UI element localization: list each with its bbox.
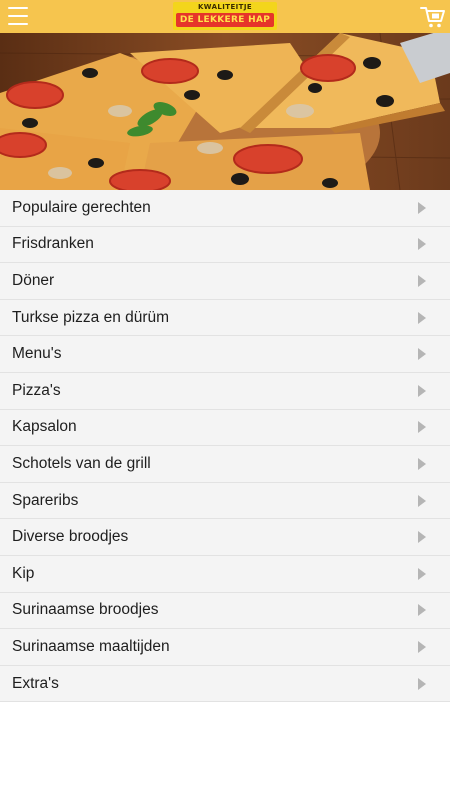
hamburger-icon[interactable]: [8, 7, 28, 25]
category-label: Surinaamse maaltijden: [12, 637, 170, 655]
category-item[interactable]: Surinaamse broodjes: [0, 592, 450, 630]
category-label: Turkse pizza en dürüm: [12, 308, 170, 326]
category-item[interactable]: Döner: [0, 263, 450, 300]
top-bar: KWALITEITJE DE LEKKERE HAP: [0, 0, 450, 33]
chevron-right-icon: [418, 531, 426, 544]
category-item[interactable]: Kapsalon: [0, 409, 450, 447]
category-label: Diverse broodjes: [12, 528, 129, 546]
category-label: Surinaamse broodjes: [12, 601, 159, 619]
cart-icon: [420, 7, 445, 28]
chevron-right-icon: [418, 348, 426, 361]
category-label: Menu's: [12, 345, 62, 363]
chevron-right-icon: [418, 457, 426, 470]
category-item[interactable]: Menu's: [0, 336, 450, 373]
category-list: Populaire gerechten Frisdranken Döner Tu…: [0, 190, 450, 703]
category-item[interactable]: Surinaamse maaltijden: [0, 629, 450, 666]
category-label: Kapsalon: [12, 418, 77, 436]
category-item[interactable]: Spareribs: [0, 482, 450, 520]
logo-tagline: KWALITEITJE: [197, 3, 253, 11]
category-item[interactable]: Frisdranken: [0, 226, 450, 264]
category-label: Spareribs: [12, 491, 79, 509]
chevron-right-icon: [418, 238, 426, 251]
category-item[interactable]: Pizza's: [0, 372, 450, 410]
chevron-right-icon: [418, 567, 426, 580]
category-item[interactable]: Extra's: [0, 665, 450, 703]
category-item[interactable]: Diverse broodjes: [0, 519, 450, 556]
chevron-right-icon: [418, 384, 426, 397]
category-label: Kip: [12, 564, 35, 582]
hero-pizza-image: [0, 33, 450, 190]
category-item[interactable]: Schotels van de grill: [0, 446, 450, 483]
category-label: Frisdranken: [12, 235, 94, 253]
chevron-right-icon: [418, 677, 426, 690]
chevron-right-icon: [418, 311, 426, 324]
chevron-right-icon: [418, 421, 426, 434]
chevron-right-icon: [418, 274, 426, 287]
category-label: Schotels van de grill: [12, 454, 151, 472]
logo-name: DE LEKKERE HAP: [176, 13, 274, 27]
category-label: Döner: [12, 271, 55, 289]
chevron-right-icon: [418, 494, 426, 507]
cart-button[interactable]: [420, 5, 446, 29]
chevron-right-icon: [418, 604, 426, 617]
app-logo: KWALITEITJE DE LEKKERE HAP: [173, 2, 277, 30]
category-label: Pizza's: [12, 381, 61, 399]
chevron-right-icon: [418, 640, 426, 653]
category-label: Populaire gerechten: [12, 198, 151, 216]
category-label: Extra's: [12, 674, 59, 692]
category-item[interactable]: Populaire gerechten: [0, 190, 450, 227]
category-item[interactable]: Turkse pizza en dürüm: [0, 299, 450, 337]
chevron-right-icon: [418, 201, 426, 214]
category-item[interactable]: Kip: [0, 555, 450, 593]
